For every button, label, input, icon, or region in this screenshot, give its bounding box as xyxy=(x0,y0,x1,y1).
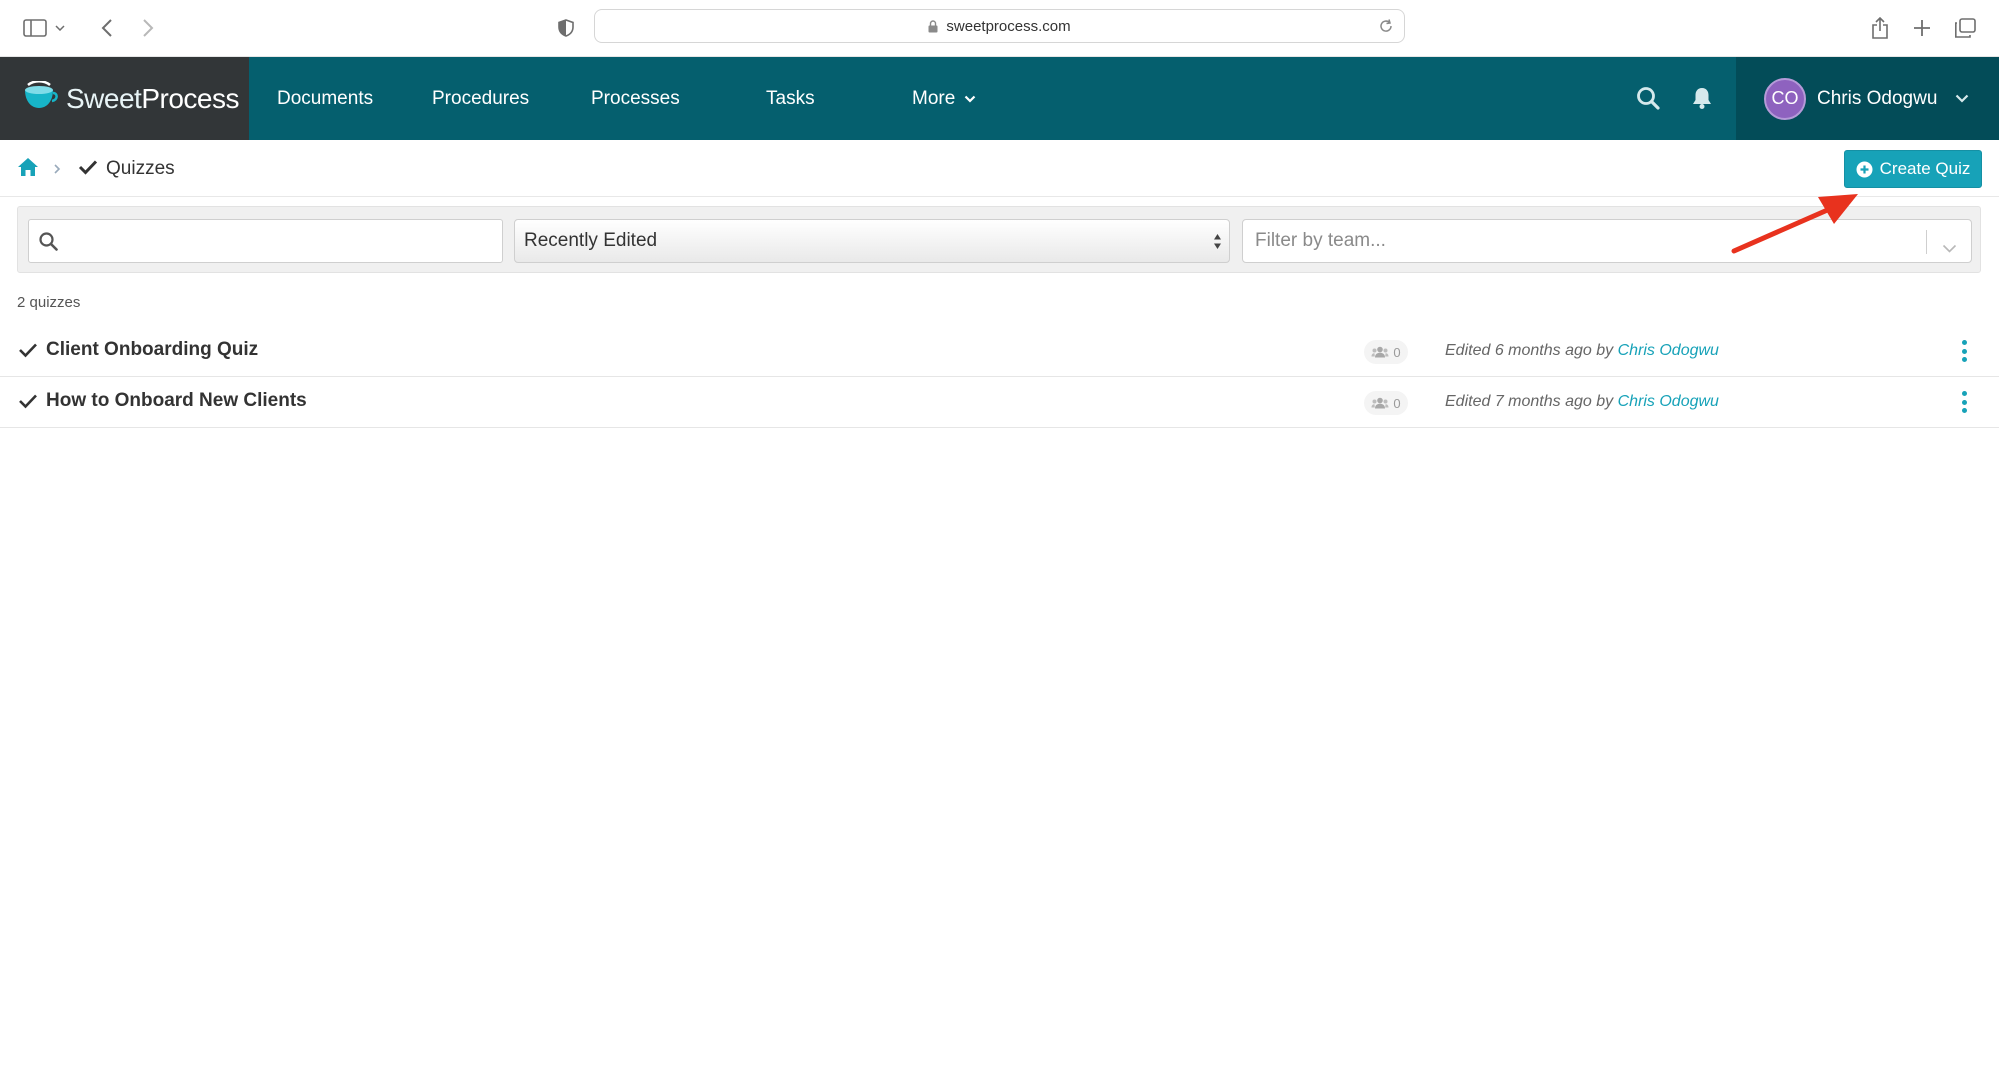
plus-circle-icon xyxy=(1856,161,1873,178)
forward-icon[interactable] xyxy=(134,14,162,42)
edited-info: Edited 6 months ago by Chris Odogwu xyxy=(1445,342,1719,360)
lock-icon xyxy=(928,20,938,33)
home-icon xyxy=(17,157,39,182)
members-count: 0 xyxy=(1393,344,1401,360)
home-link[interactable] xyxy=(17,156,39,182)
bell-icon[interactable] xyxy=(1688,84,1716,112)
row-menu-icon[interactable] xyxy=(1956,389,1972,415)
breadcrumb-current: Quizzes xyxy=(78,156,175,182)
address-bar[interactable]: sweetprocess.com xyxy=(594,9,1405,43)
chevron-down-icon[interactable] xyxy=(52,14,68,42)
nav-more[interactable]: More xyxy=(912,57,976,140)
editor-link[interactable]: Chris Odogwu xyxy=(1618,342,1719,359)
quiz-title-link[interactable]: How to Onboard New Clients xyxy=(46,390,307,412)
edited-text: Edited 7 months ago by xyxy=(1445,393,1618,410)
editor-link[interactable]: Chris Odogwu xyxy=(1618,393,1719,410)
quiz-count: 2 quizzes xyxy=(17,294,81,311)
logo[interactable]: SweetProcess xyxy=(0,57,249,140)
members-badge: 0 xyxy=(1364,391,1408,415)
chevron-down-icon xyxy=(1955,94,1969,103)
annotation-arrow xyxy=(1731,194,1858,254)
avatar: CO xyxy=(1764,77,1806,120)
chevron-down-icon xyxy=(964,95,976,103)
create-quiz-label: Create Quiz xyxy=(1879,159,1971,178)
users-icon xyxy=(1371,397,1389,409)
chevron-down-icon xyxy=(1942,237,1957,259)
sort-select[interactable]: Recently Edited xyxy=(514,219,1230,263)
search-icon xyxy=(39,232,58,256)
search-icon[interactable] xyxy=(1634,84,1662,112)
team-filter-placeholder: Filter by team... xyxy=(1255,230,1386,251)
users-icon xyxy=(1371,346,1389,358)
reload-icon[interactable] xyxy=(1378,18,1394,39)
page-title: Quizzes xyxy=(106,158,175,179)
members-count: 0 xyxy=(1393,395,1401,411)
quiz-title-link[interactable]: Client Onboarding Quiz xyxy=(46,339,258,361)
teacup-logo-icon xyxy=(22,80,58,116)
edited-info: Edited 7 months ago by Chris Odogwu xyxy=(1445,393,1719,411)
user-name: Chris Odogwu xyxy=(1817,87,1938,109)
nav-procedures[interactable]: Procedures xyxy=(432,57,529,140)
nav-documents[interactable]: Documents xyxy=(277,57,373,140)
row-menu-icon[interactable] xyxy=(1956,338,1972,364)
nav-tasks[interactable]: Tasks xyxy=(766,57,815,140)
logo-text: SweetProcess xyxy=(66,82,239,114)
divider xyxy=(1926,230,1927,254)
search-field[interactable] xyxy=(28,219,503,263)
new-tab-icon[interactable] xyxy=(1908,14,1936,42)
sort-select-value: Recently Edited xyxy=(524,230,658,251)
sidebar-toggle-icon[interactable] xyxy=(21,14,49,42)
filter-bar: Recently Edited Filter by team... xyxy=(17,206,1981,273)
check-icon xyxy=(78,159,98,180)
nav-processes[interactable]: Processes xyxy=(591,57,680,140)
privacy-shield-icon[interactable] xyxy=(552,14,580,42)
back-icon[interactable] xyxy=(93,14,121,42)
list-item[interactable]: Client Onboarding Quiz 0 Edited 6 months… xyxy=(0,326,1999,377)
search-input[interactable] xyxy=(65,220,495,262)
user-menu[interactable]: CO Chris Odogwu xyxy=(1736,57,1999,140)
tab-overview-icon[interactable] xyxy=(1951,14,1979,42)
chevron-right-icon xyxy=(53,156,61,182)
members-badge: 0 xyxy=(1364,340,1408,364)
breadcrumb: Quizzes xyxy=(0,140,1999,197)
select-arrows-icon xyxy=(1213,233,1222,256)
browser-toolbar: sweetprocess.com xyxy=(0,0,1999,57)
check-icon xyxy=(18,393,38,414)
nav-more-label: More xyxy=(912,87,956,109)
share-icon[interactable] xyxy=(1866,14,1894,42)
url-text: sweetprocess.com xyxy=(946,17,1071,35)
app-navbar: SweetProcess Documents Procedures Proces… xyxy=(0,57,1999,140)
check-icon xyxy=(18,342,38,363)
list-item[interactable]: How to Onboard New Clients 0 Edited 7 mo… xyxy=(0,377,1999,428)
edited-text: Edited 6 months ago by xyxy=(1445,342,1618,359)
